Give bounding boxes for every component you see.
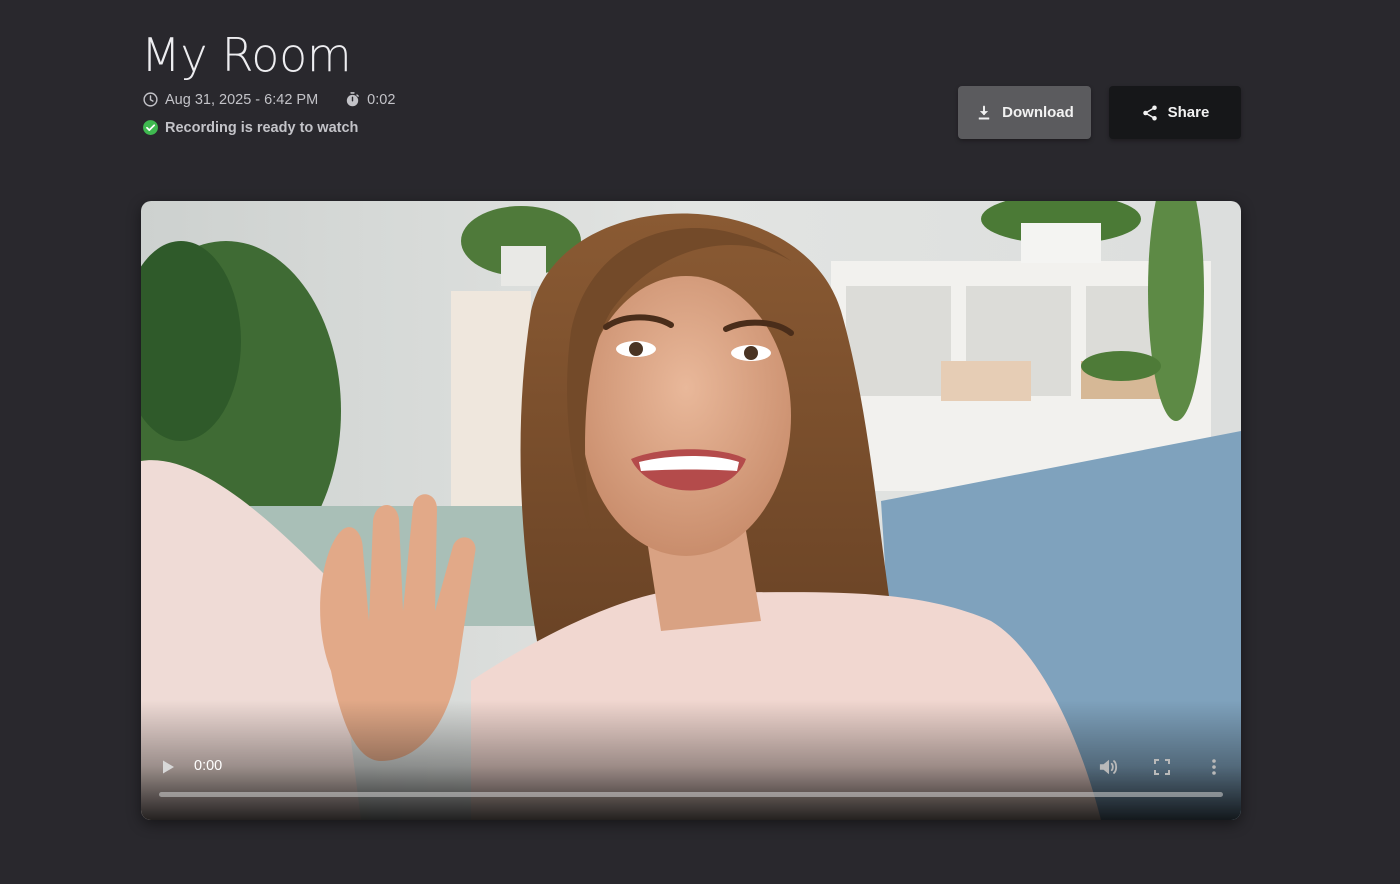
controls-overlay: [141, 700, 1241, 820]
recording-duration: 0:02: [344, 91, 395, 108]
fullscreen-icon: [1154, 759, 1170, 775]
share-icon: [1141, 104, 1159, 122]
more-vertical-icon: [1212, 759, 1216, 775]
recording-meta: Aug 31, 2025 - 6:42 PM 0:02: [142, 91, 395, 108]
fullscreen-button[interactable]: [1151, 756, 1173, 778]
clock-icon: [142, 91, 159, 108]
share-button[interactable]: Share: [1109, 86, 1241, 139]
play-icon: [161, 759, 175, 775]
status-text: Recording is ready to watch: [165, 119, 359, 136]
recording-duration-text: 0:02: [367, 91, 396, 108]
recording-page: My Room Aug 31, 2025 - 6:42 PM 0:02 Reco…: [0, 0, 1400, 884]
recording-date-text: Aug 31, 2025 - 6:42 PM: [165, 91, 319, 108]
video-player[interactable]: 0:00: [141, 201, 1241, 820]
stopwatch-icon: [344, 91, 361, 108]
status-badge: Recording is ready to watch: [142, 119, 358, 136]
recording-date: Aug 31, 2025 - 6:42 PM: [142, 91, 318, 108]
current-time: 0:00: [194, 758, 223, 774]
volume-button[interactable]: [1097, 756, 1121, 778]
download-icon: [975, 104, 993, 122]
volume-icon: [1098, 757, 1120, 777]
download-label: Download: [1002, 104, 1074, 121]
page-title: My Room: [141, 28, 352, 82]
download-button[interactable]: Download: [958, 86, 1091, 139]
share-label: Share: [1167, 104, 1210, 121]
seek-bar[interactable]: [159, 792, 1223, 797]
play-button[interactable]: [157, 756, 179, 778]
check-circle-icon: [142, 119, 159, 136]
more-options-button[interactable]: [1205, 756, 1223, 778]
